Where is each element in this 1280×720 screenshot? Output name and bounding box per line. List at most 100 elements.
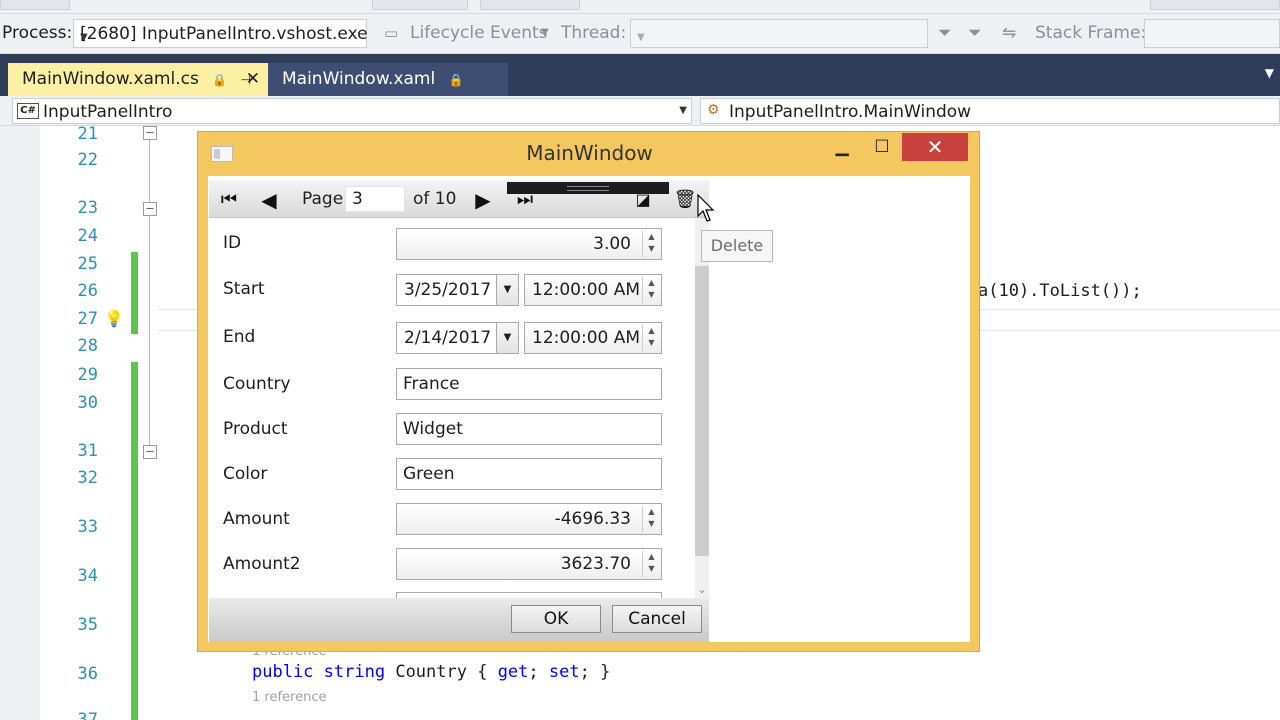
chevron-down-icon[interactable]: ⌄	[695, 583, 709, 596]
page-count-label: of 10	[413, 189, 457, 209]
navigation-bar: C# InputPanelIntro ▼ ⚙ InputPanelIntro.M…	[0, 96, 1280, 126]
line-number: 32	[77, 468, 98, 488]
delete-icon[interactable]: 🗑	[671, 187, 699, 213]
toolbar-button-group[interactable]	[0, 0, 70, 10]
country-label: Country	[223, 374, 291, 394]
outline-guide	[149, 138, 150, 458]
thread-label: Thread:	[561, 23, 627, 43]
chevron-down-icon[interactable]: ▼	[496, 323, 518, 353]
project-dropdown[interactable]: C# InputPanelIntro ▼	[12, 98, 692, 124]
stack-frame-combo[interactable]	[1144, 19, 1280, 48]
document-tab-strip: MainWindow.xaml.cs 🔒 ⊣ ✕ MainWindow.xaml…	[0, 54, 1280, 96]
chevron-down-icon: ▼	[80, 32, 88, 43]
dialog-footer: OK Cancel	[209, 598, 709, 642]
flag-threads-icon[interactable]: ⏷	[968, 23, 982, 43]
class-icon: ⚙	[707, 102, 720, 118]
line-number: 37	[77, 710, 98, 720]
project-name: InputPanelIntro	[43, 102, 173, 122]
stack-frame-icon: ⇋	[1002, 23, 1017, 43]
lifecycle-events-label[interactable]: Lifecycle Events	[410, 23, 548, 43]
line-number: 28	[77, 336, 98, 356]
amount-field[interactable]: -4696.33 ▲ ▼	[396, 503, 662, 535]
end-label: End	[223, 327, 256, 347]
spinner-icon[interactable]: ▲ ▼	[642, 277, 660, 303]
type-dropdown[interactable]: ⚙ InputPanelIntro.MainWindow	[700, 98, 1280, 124]
scrollbar-thumb[interactable]	[695, 266, 709, 556]
debug-location-toolbar: Process: [2680] InputPanelIntro.vshost.e…	[0, 14, 1280, 54]
chevron-down-icon: ▼	[679, 105, 687, 116]
collapse-icon[interactable]: −	[143, 202, 157, 216]
line-number: 26	[77, 281, 98, 301]
close-button[interactable]: ✕	[902, 133, 968, 161]
start-time-field[interactable]: 12:00:00 AM ▲ ▼	[524, 274, 662, 306]
spinner-icon[interactable]: ▲ ▼	[642, 325, 660, 351]
lightbulb-icon[interactable]: 💡	[104, 309, 124, 328]
process-combo[interactable]: [2680] InputPanelIntro.vshost.exe ▼	[73, 19, 368, 48]
start-label: Start	[223, 279, 265, 299]
color-label: Color	[223, 464, 268, 484]
main-window-dialog: MainWindow ▁ ☐ ✕ ⏮ ◀ Page 3 of 10 ▶ ⏭ ◪ …	[197, 131, 980, 652]
id-field[interactable]: 3.00 ▲ ▼	[396, 228, 662, 260]
process-label: Process:	[2, 23, 73, 43]
tab-mainwindow-xaml-cs[interactable]: MainWindow.xaml.cs 🔒 ⊣ ✕	[8, 63, 268, 96]
code-line-36: public string Country { get; set; }	[252, 662, 611, 682]
chevron-down-icon: ▼	[541, 27, 549, 38]
line-number: 21	[77, 124, 98, 144]
spinner-icon[interactable]: ▲ ▼	[642, 506, 660, 532]
platform-combo[interactable]	[480, 0, 580, 10]
form-scrollbar[interactable]: ⌄	[695, 218, 709, 598]
collapse-icon[interactable]: −	[143, 445, 157, 459]
amount-label: Amount	[223, 509, 290, 529]
line-number: 22	[77, 150, 98, 170]
type-name: InputPanelIntro.MainWindow	[729, 102, 972, 122]
codelens-reference[interactable]: 1 reference	[252, 690, 326, 705]
chevron-down-icon[interactable]: ▼	[1265, 66, 1274, 80]
color-field[interactable]: Green	[396, 458, 662, 490]
thread-combo[interactable]: ▼	[630, 19, 928, 48]
amount2-field[interactable]: 3623.70 ▲ ▼	[396, 548, 662, 580]
spinner-icon[interactable]: ▲ ▼	[642, 551, 660, 577]
line-number: 31	[77, 441, 98, 461]
line-number: 34	[77, 566, 98, 586]
filter-icon[interactable]: ⏷	[938, 23, 952, 43]
spinner-icon[interactable]: ▲ ▼	[642, 231, 660, 257]
line-number: 35	[77, 615, 98, 635]
line-number: 24	[77, 226, 98, 246]
collapse-icon[interactable]: −	[143, 126, 157, 140]
product-label: Product	[223, 419, 288, 439]
data-navigator: ⏮ ◀ Page 3 of 10 ▶ ⏭ ◪ 🗑	[209, 180, 709, 218]
first-icon[interactable]: ⏮	[215, 187, 243, 213]
delete-tooltip: Delete	[701, 230, 773, 262]
page-label: Page	[302, 189, 344, 209]
input-panel-form: ID 3.00 ▲ ▼ Start 3/25/2017 ▼ 12:00:00 AM…	[209, 218, 695, 598]
last-icon[interactable]: ⏭	[511, 187, 539, 213]
id-label: ID	[223, 233, 242, 253]
prev-icon[interactable]: ◀	[255, 187, 283, 213]
minimize-button[interactable]: ▁	[822, 133, 862, 161]
end-time-field[interactable]: 12:00:00 AM ▲ ▼	[524, 322, 662, 354]
country-field[interactable]: France	[396, 368, 662, 400]
product-field[interactable]: Widget	[396, 413, 662, 445]
page-input[interactable]: 3	[345, 186, 405, 212]
editor-margin	[0, 126, 40, 720]
start-date-picker[interactable]: 3/25/2017 ▼	[396, 274, 519, 306]
csharp-file-icon: C#	[17, 103, 39, 119]
tab-label: MainWindow.xaml.cs	[22, 69, 199, 89]
line-number: 25	[77, 254, 98, 274]
solution-config-combo[interactable]	[372, 0, 468, 10]
standard-toolbar	[0, 0, 1280, 14]
line-number: 33	[77, 517, 98, 537]
end-date-picker[interactable]: 2/14/2017 ▼	[396, 322, 519, 354]
maximize-button[interactable]: ☐	[862, 133, 902, 161]
cancel-button[interactable]: Cancel	[612, 605, 702, 633]
line-number: 30	[77, 393, 98, 413]
close-icon[interactable]: ✕	[246, 69, 260, 89]
add-icon[interactable]: ◪	[629, 187, 657, 213]
change-marker	[131, 252, 138, 334]
tab-mainwindow-xaml[interactable]: MainWindow.xaml 🔒	[268, 63, 508, 96]
readonly-icon: 🔒	[448, 73, 464, 87]
code-map-button[interactable]	[1150, 0, 1280, 10]
next-icon[interactable]: ▶	[469, 187, 497, 213]
chevron-down-icon[interactable]: ▼	[496, 275, 518, 305]
ok-button[interactable]: OK	[511, 605, 601, 633]
